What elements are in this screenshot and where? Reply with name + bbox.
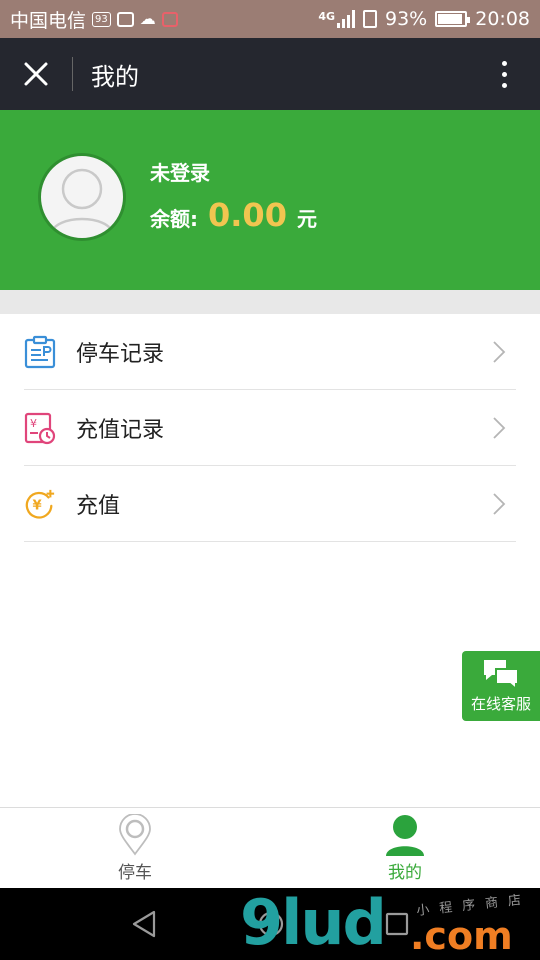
parking-record-icon bbox=[24, 335, 56, 369]
app-header: 我的 bbox=[0, 38, 540, 110]
location-pin-icon bbox=[119, 814, 151, 856]
signal-icon bbox=[337, 10, 355, 28]
menu-item-label: 充值 bbox=[76, 493, 121, 519]
customer-service-label: 在线客服 bbox=[470, 695, 531, 713]
tab-me[interactable]: 我的 bbox=[270, 808, 540, 888]
calendar-notification-icon bbox=[161, 11, 178, 27]
customer-service-button[interactable]: 在线客服 bbox=[462, 651, 540, 721]
battery-icon bbox=[435, 11, 471, 27]
user-icon bbox=[386, 815, 424, 856]
tab-label: 停车 bbox=[118, 863, 152, 883]
menu-item-label: 停车记录 bbox=[76, 341, 165, 367]
login-status[interactable]: 未登录 bbox=[150, 157, 210, 186]
network-type: 4G bbox=[318, 10, 335, 23]
chevron-right-icon bbox=[493, 416, 506, 439]
tab-label: 我的 bbox=[388, 863, 422, 883]
chevron-right-icon bbox=[493, 492, 506, 515]
wechat-notification-icon: ☁ bbox=[139, 9, 156, 28]
section-gap bbox=[0, 290, 540, 314]
status-left: 中国电信 93 ☁ bbox=[10, 6, 178, 33]
menu-list: 停车记录 ¥ 充值记录 ¥ 充值 bbox=[0, 314, 540, 542]
battery-percent: 93% bbox=[385, 8, 428, 30]
home-icon[interactable] bbox=[257, 910, 285, 938]
svg-text:¥: ¥ bbox=[30, 417, 37, 430]
more-vertical-icon bbox=[501, 60, 507, 66]
avatar[interactable] bbox=[38, 153, 126, 241]
balance-row: 余额: 0.00 元 bbox=[150, 196, 317, 234]
bottom-tabbar: 停车 我的 bbox=[0, 807, 540, 888]
close-icon bbox=[24, 62, 48, 86]
status-right: 4G 93% 20:08 bbox=[318, 8, 530, 30]
recents-icon[interactable] bbox=[384, 911, 410, 937]
more-button[interactable] bbox=[468, 38, 540, 110]
tab-parking[interactable]: 停车 bbox=[0, 808, 270, 888]
back-icon[interactable] bbox=[130, 909, 158, 939]
balance-unit: 元 bbox=[296, 207, 317, 231]
chevron-right-icon bbox=[493, 340, 506, 363]
balance-value: 0.00 bbox=[208, 196, 287, 234]
image-notification-icon bbox=[116, 11, 134, 27]
menu-item-parking-record[interactable]: 停车记录 bbox=[24, 314, 516, 390]
recharge-icon: ¥ bbox=[24, 487, 56, 521]
header-divider bbox=[72, 57, 73, 91]
svg-text:¥: ¥ bbox=[32, 498, 41, 513]
status-bar: 中国电信 93 ☁ 4G 93% 20:08 bbox=[0, 0, 540, 38]
profile-panel: 未登录 余额: 0.00 元 bbox=[0, 110, 540, 290]
carrier-name: 中国电信 bbox=[10, 9, 87, 32]
menu-item-recharge[interactable]: ¥ 充值 bbox=[24, 466, 516, 542]
page-title: 我的 bbox=[91, 62, 139, 91]
menu-item-recharge-record[interactable]: ¥ 充值记录 bbox=[24, 390, 516, 466]
chat-bubbles-icon bbox=[484, 660, 519, 690]
sim-badge: 93 bbox=[92, 11, 111, 27]
clock: 20:08 bbox=[475, 8, 530, 30]
default-avatar-icon bbox=[49, 168, 115, 235]
menu-item-label: 充值记录 bbox=[76, 417, 165, 443]
balance-label: 余额: bbox=[150, 207, 198, 231]
recharge-record-icon: ¥ bbox=[24, 411, 56, 445]
battery-fill bbox=[438, 14, 463, 24]
system-nav-bar bbox=[0, 888, 540, 960]
sim-card-icon bbox=[363, 10, 377, 28]
close-button[interactable] bbox=[0, 38, 72, 110]
